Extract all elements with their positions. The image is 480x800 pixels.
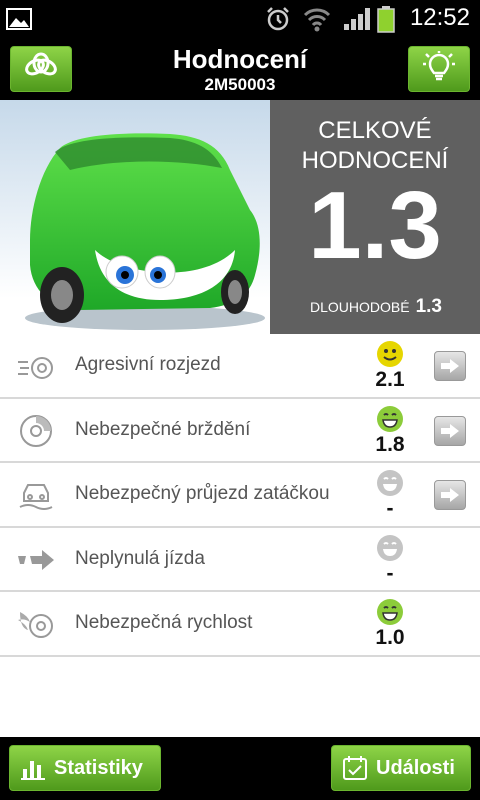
bar-chart-icon <box>21 761 45 780</box>
detail-arrow-button[interactable] <box>434 480 466 511</box>
speeding-wheel-icon <box>16 348 56 384</box>
arrow-right-icon <box>441 488 459 503</box>
signal-icon <box>342 6 372 36</box>
list-item-jerky-driving[interactable]: Neplynulá jízda - <box>0 527 480 593</box>
list-item-dangerous-braking[interactable]: Nebezpečné brždění 1.8 <box>0 398 480 464</box>
list-item-dangerous-cornering[interactable]: Nebezpečný průjezd zatáčkou - <box>0 463 480 528</box>
calendar-check-icon <box>343 756 367 780</box>
longterm-score: DLOUHODOBÉ 1.3 <box>310 296 442 318</box>
title-bar: Hodnocení 2M50003 <box>0 38 480 100</box>
gallery-icon <box>6 8 32 34</box>
list-item-label: Agresivní rozjezd <box>75 354 221 375</box>
list-item-score: 1.0 <box>375 626 405 650</box>
tips-button[interactable] <box>408 46 470 92</box>
overall-label-line1: CELKOVÉ <box>318 117 432 144</box>
green-smiley-icon <box>376 405 404 433</box>
list-item-label: Nebezpečné brždění <box>75 418 251 440</box>
arrow-right-icon <box>441 423 459 438</box>
alarm-icon <box>265 6 291 36</box>
list-item-score: - <box>386 561 394 585</box>
gray-smiley-icon <box>376 469 404 497</box>
skidding-car-icon <box>16 477 56 513</box>
statistics-button[interactable]: Statistiky <box>9 745 161 791</box>
wifi-icon <box>303 6 331 36</box>
overall-score-panel: CELKOVÉ HODNOCENÍ 1.3 DLOUHODOBÉ 1.3 <box>270 100 480 334</box>
gray-smiley-icon <box>376 534 404 562</box>
list-item-dangerous-speed[interactable]: Nebezpečná rychlost 1.0 <box>0 592 480 657</box>
brake-disc-icon <box>16 413 56 449</box>
list-item-score: - <box>386 497 394 521</box>
car-illustration <box>0 100 270 334</box>
list-item-label: Neplynulá jízda <box>75 547 205 569</box>
longterm-value: 1.3 <box>415 296 442 317</box>
yellow-smiley-icon <box>376 340 404 368</box>
overall-label: CELKOVÉ HODNOCENÍ <box>270 116 480 176</box>
list-item-label: Nebezpečná rychlost <box>75 612 253 634</box>
hero-section: CELKOVÉ HODNOCENÍ 1.3 DLOUHODOBÉ 1.3 <box>0 100 480 334</box>
statistics-label: Statistiky <box>54 756 143 779</box>
events-label: Události <box>376 756 455 779</box>
jerky-arrow-icon <box>16 542 56 578</box>
arrow-right-icon <box>441 359 459 373</box>
list-item-label: Nebezpečný průjezd zatáčkou <box>75 483 330 505</box>
green-smiley-icon <box>376 598 404 626</box>
longterm-label: DLOUHODOBÉ <box>310 299 410 315</box>
events-button[interactable]: Události <box>331 745 471 791</box>
list-item-aggressive-start[interactable]: Agresivní rozjezd 2.1 <box>0 334 480 399</box>
overall-score: 1.3 <box>308 172 442 279</box>
rating-list: Agresivní rozjezd 2.1 Nebezpečné brždění… <box>0 334 480 657</box>
list-item-score: 2.1 <box>375 368 405 391</box>
detail-arrow-button[interactable] <box>434 415 466 446</box>
flaming-wheel-icon <box>16 606 56 642</box>
battery-icon <box>376 5 396 37</box>
status-bar: 12:52 <box>0 0 480 38</box>
detail-arrow-button[interactable] <box>434 351 466 381</box>
lightbulb-icon <box>421 51 457 87</box>
bottom-toolbar: Statistiky Události <box>0 737 480 800</box>
list-item-score: 1.8 <box>375 432 405 456</box>
clock-time: 12:52 <box>409 4 470 31</box>
